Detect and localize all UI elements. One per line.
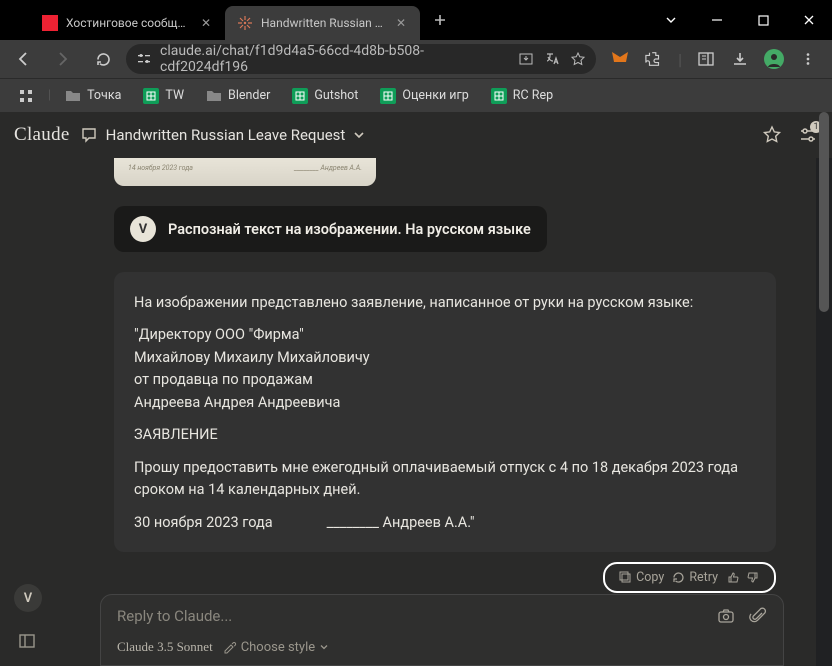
- apps-icon[interactable]: [10, 84, 42, 108]
- tab-favicon-red: [42, 15, 58, 31]
- close-icon[interactable]: ✕: [199, 16, 213, 30]
- chat-title[interactable]: Handwritten Russian Leave Request: [80, 126, 366, 144]
- assistant-line: от продавца по продажам: [134, 369, 756, 391]
- sheets-icon: [143, 88, 159, 104]
- tab-favicon-starburst: [237, 15, 253, 31]
- assistant-heading: ЗАЯВЛЕНИЕ: [134, 424, 756, 446]
- chat-title-text: Handwritten Russian Leave Request: [106, 126, 346, 144]
- retry-button[interactable]: Retry: [672, 570, 718, 585]
- composer-placeholder: Reply to Claude...: [117, 607, 767, 625]
- scrollbar-thumb[interactable]: [819, 112, 829, 312]
- attachment-thumbnail[interactable]: 14 ноября 2023 года ________ Андреев А.А…: [114, 158, 376, 186]
- composer[interactable]: Reply to Claude... Claude 3.5 Sonnet Cho…: [100, 594, 784, 666]
- chevron-down-icon: [319, 642, 329, 652]
- bookmark-rcrep[interactable]: RC Rep: [483, 84, 561, 108]
- menu-icon[interactable]: [798, 49, 818, 69]
- assistant-message: На изображении представлено заявление, н…: [114, 272, 776, 552]
- browser-tab-1[interactable]: Handwritten Russian Leave Req ✕: [225, 6, 420, 40]
- maximize-button[interactable]: [740, 0, 786, 40]
- assistant-signature: 30 ноября 2023 года ________ Андреев А.А…: [134, 512, 756, 534]
- address-bar: claude.ai/chat/f1d9d4a5-66cd-4d8b-b508-c…: [0, 40, 832, 78]
- chevron-down-icon: [353, 129, 365, 141]
- site-settings-icon[interactable]: [136, 51, 152, 67]
- new-tab-button[interactable]: [426, 6, 454, 34]
- claude-logo[interactable]: Claude: [14, 124, 70, 146]
- collapse-sidebar-icon[interactable]: [18, 632, 36, 650]
- sheets-icon: [380, 88, 396, 104]
- attachment-icon[interactable]: [749, 607, 767, 625]
- chat-content: 14 ноября 2023 года ________ Андреев А.А…: [0, 158, 816, 666]
- downloads-icon[interactable]: [730, 49, 750, 69]
- user-message-text: Распознай текст на изображении. На русск…: [168, 221, 531, 238]
- assistant-line: Михайлову Михаилу Михайловичу: [134, 347, 756, 369]
- bookmark-gutshot[interactable]: Gutshot: [284, 84, 366, 108]
- bookmarks-bar: | Точка TW Blender Gutshot Оценки игр RC…: [0, 78, 832, 112]
- install-icon[interactable]: [518, 51, 534, 67]
- bookmark-tochka[interactable]: Точка: [57, 84, 129, 108]
- tab-title: Handwritten Russian Leave Req: [261, 16, 386, 30]
- app-header: Claude Handwritten Russian Leave Request: [0, 112, 832, 158]
- thumbs-up-icon[interactable]: [726, 571, 739, 584]
- assistant-line: Андреева Андрея Андреевича: [134, 392, 756, 414]
- dropdown-icon[interactable]: [648, 0, 694, 40]
- titlebar: Хостинговое сообщество «Tin ✕ Handwritte…: [0, 0, 832, 40]
- forward-button[interactable]: [46, 43, 80, 75]
- attachment-text-left: 14 ноября 2023 года: [128, 164, 193, 180]
- bookmark-tw[interactable]: TW: [135, 84, 192, 108]
- settings-icon[interactable]: [798, 125, 818, 145]
- bookmark-blender[interactable]: Blender: [198, 84, 278, 108]
- sidebar-avatar[interactable]: V: [14, 584, 42, 612]
- side-panel-icon[interactable]: [696, 49, 716, 69]
- window-controls: [648, 0, 832, 40]
- folder-icon: [65, 88, 81, 104]
- camera-icon[interactable]: [717, 607, 735, 625]
- assistant-line: На изображении представлено заявление, н…: [134, 292, 756, 314]
- attachment-text-right: ________ Андреев А.А.: [294, 164, 362, 180]
- sheets-icon: [292, 88, 308, 104]
- extension-icons: |: [602, 49, 826, 69]
- chat-icon: [80, 126, 98, 144]
- url-field[interactable]: claude.ai/chat/f1d9d4a5-66cd-4d8b-b508-c…: [126, 44, 596, 74]
- thumbs-down-icon[interactable]: [747, 571, 760, 584]
- extensions-icon[interactable]: [644, 49, 664, 69]
- bookmark-star-icon[interactable]: [570, 51, 586, 67]
- folder-icon: [206, 88, 222, 104]
- url-text: claude.ai/chat/f1d9d4a5-66cd-4d8b-b508-c…: [160, 43, 510, 75]
- assistant-line: "Директору ООО "Фирма": [134, 324, 756, 346]
- profile-avatar[interactable]: [764, 49, 784, 69]
- tab-title: Хостинговое сообщество «Tin: [66, 16, 191, 30]
- star-icon[interactable]: [762, 125, 782, 145]
- sheets-icon: [491, 88, 507, 104]
- minimize-button[interactable]: [694, 0, 740, 40]
- metamask-icon[interactable]: [610, 49, 630, 69]
- message-actions: Copy Retry: [603, 562, 776, 593]
- style-icon: [223, 640, 237, 654]
- reload-button[interactable]: [86, 43, 120, 75]
- close-icon[interactable]: ✕: [394, 16, 408, 30]
- assistant-body: Прошу предоставить мне ежегодный оплачив…: [134, 457, 756, 502]
- copy-button[interactable]: Copy: [619, 570, 664, 585]
- model-selector[interactable]: Claude 3.5 Sonnet: [117, 639, 213, 655]
- translate-icon[interactable]: [544, 51, 560, 67]
- user-avatar: V: [130, 216, 156, 242]
- style-selector[interactable]: Choose style: [223, 640, 329, 655]
- back-button[interactable]: [6, 43, 40, 75]
- close-window-button[interactable]: [786, 0, 832, 40]
- browser-tab-0[interactable]: Хостинговое сообщество «Tin ✕: [30, 6, 225, 40]
- bookmark-otsenki[interactable]: Оценки игр: [372, 84, 476, 108]
- user-message: V Распознай текст на изображении. На рус…: [114, 206, 547, 252]
